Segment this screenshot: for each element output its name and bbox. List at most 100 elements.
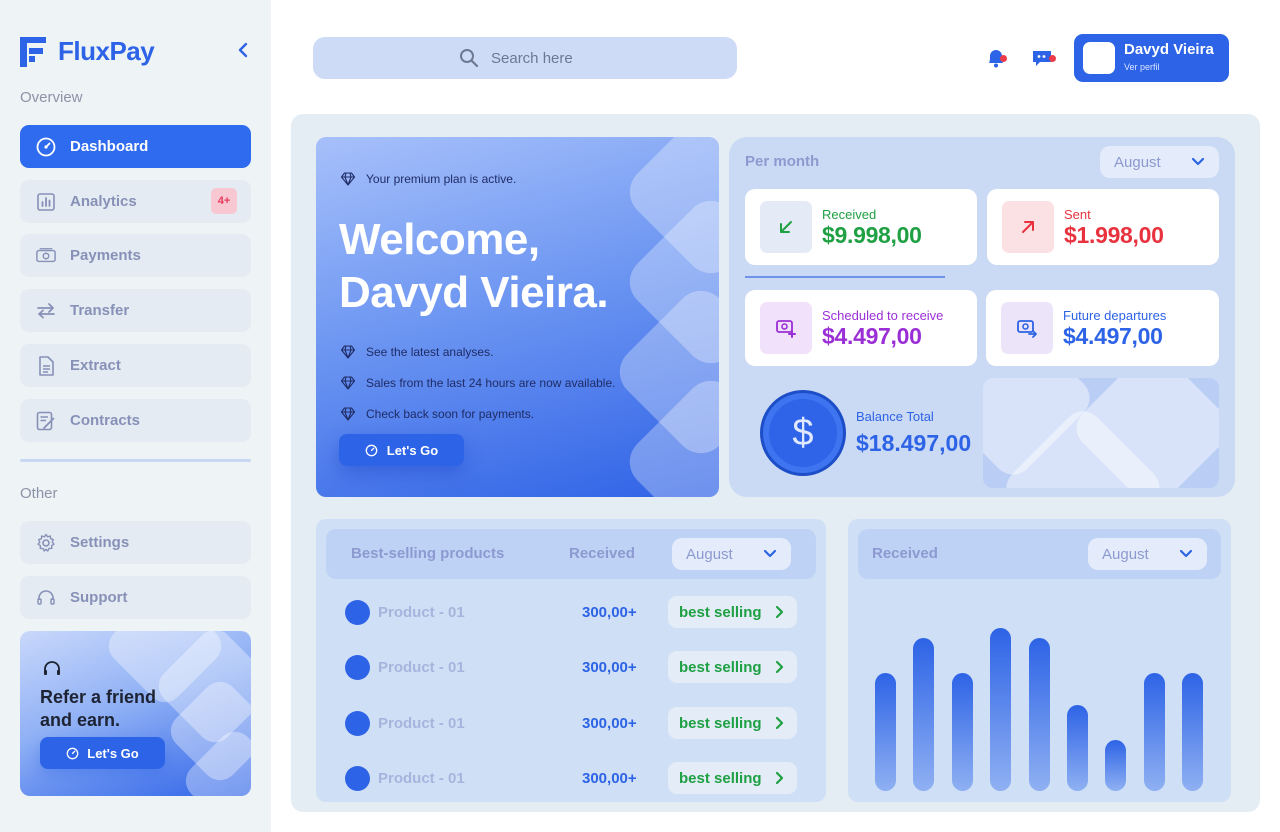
balance-total-value: $18.497,00 — [856, 430, 972, 456]
table-row[interactable]: Product - 01 300,00+ best selling — [345, 706, 800, 740]
diamond-icon — [340, 407, 356, 421]
speedometer-icon — [36, 137, 56, 157]
premium-plan-note: Your premium plan is active. — [340, 171, 516, 187]
hero-bullet: Check back soon for payments. — [340, 406, 534, 422]
product-name: Product - 01 — [378, 604, 465, 621]
sent-label: Sent — [1064, 207, 1091, 222]
message-dot — [1049, 55, 1056, 62]
chevron-down-icon — [1179, 549, 1193, 558]
products-month-select[interactable]: August — [672, 538, 791, 570]
hero-bullet-text: Sales from the last 24 hours are now ava… — [366, 376, 616, 390]
product-avatar — [345, 766, 370, 791]
logo[interactable]: FluxPay — [20, 36, 155, 67]
chart-bar[interactable] — [1029, 638, 1050, 791]
sidebar-item-label: Settings — [70, 534, 130, 551]
hero-lets-go-button[interactable]: Let's Go — [339, 434, 464, 466]
collapse-sidebar-button[interactable] — [236, 40, 254, 60]
chart-bar[interactable] — [913, 638, 934, 791]
button-label: Let's Go — [87, 745, 139, 761]
welcome-line-2: Davyd Vieira. — [339, 268, 609, 317]
refer-title: Refer a friend and earn. — [40, 687, 157, 730]
arrow-down-left-icon — [760, 201, 812, 253]
gear-icon — [36, 533, 56, 553]
month-select-value: August — [1114, 153, 1161, 171]
speedometer-icon — [66, 747, 79, 759]
best-selling-tag[interactable]: best selling — [668, 651, 797, 683]
tag-label: best selling — [679, 603, 762, 621]
best-selling-tag[interactable]: best selling — [668, 762, 797, 794]
future-label: Future departures — [1063, 308, 1167, 323]
balance-decoration — [983, 378, 1219, 488]
tag-label: best selling — [679, 769, 762, 787]
scheduled-money-icon — [760, 302, 812, 354]
speedometer-icon — [365, 444, 378, 456]
messages-button[interactable] — [1030, 46, 1056, 70]
future-departures-stat-card[interactable]: Future departures $4.497,00 — [986, 290, 1219, 366]
scheduled-stat-card[interactable]: Scheduled to receive $4.497,00 — [745, 290, 977, 366]
sidebar-item-contracts[interactable]: Contracts — [20, 399, 251, 442]
column-header-received: Received — [569, 545, 635, 562]
diamond-icon — [340, 172, 356, 186]
sidebar-item-extract[interactable]: Extract — [20, 344, 251, 387]
table-row[interactable]: Product - 01 300,00+ best selling — [345, 595, 800, 629]
future-value: $4.497,00 — [1063, 323, 1163, 349]
sidebar-item-transfer[interactable]: Transfer — [20, 289, 251, 332]
chart-bar[interactable] — [1144, 673, 1165, 791]
notification-dot — [1000, 55, 1007, 62]
chart-bar[interactable] — [1182, 673, 1203, 791]
product-name: Product - 01 — [378, 715, 465, 732]
sidebar-item-payments[interactable]: Payments — [20, 234, 251, 277]
received-value: $9.998,00 — [822, 222, 922, 248]
welcome-card: Your premium plan is active. Welcome, Da… — [316, 137, 719, 497]
search-bar[interactable] — [313, 37, 737, 79]
balance-total-label: Balance Total — [856, 409, 934, 424]
section-label-overview: Overview — [20, 89, 83, 106]
chevron-right-icon — [775, 716, 784, 730]
product-received: 300,00+ — [582, 659, 637, 676]
notifications-button[interactable] — [984, 46, 1010, 70]
best-selling-tag[interactable]: best selling — [668, 707, 797, 739]
chart-bar[interactable] — [990, 628, 1011, 791]
welcome-line-1: Welcome, — [339, 215, 540, 264]
chart-bar[interactable] — [875, 673, 896, 791]
product-received: 300,00+ — [582, 715, 637, 732]
sidebar-item-settings[interactable]: Settings — [20, 521, 251, 564]
table-row[interactable]: Product - 01 300,00+ best selling — [345, 761, 800, 795]
received-label: Received — [822, 207, 877, 222]
chart-bar[interactable] — [952, 673, 973, 791]
search-icon — [460, 49, 479, 68]
dollar-coin-icon: $ — [760, 390, 846, 476]
sidebar-item-analytics[interactable]: Analytics 4+ — [20, 180, 251, 223]
premium-plan-text: Your premium plan is active. — [366, 172, 517, 186]
sidebar-item-label: Dashboard — [70, 138, 149, 155]
brand-name: FluxPay — [58, 36, 155, 66]
month-select-value: August — [1102, 545, 1149, 563]
headset-icon — [42, 659, 62, 679]
refer-lets-go-button[interactable]: Let's Go — [40, 737, 165, 769]
coin-symbol: $ — [792, 411, 814, 454]
sidebar-item-label: Extract — [70, 357, 121, 374]
diamond-icon — [340, 345, 356, 359]
sidebar-item-support[interactable]: Support — [20, 576, 251, 619]
chart-bar[interactable] — [1067, 705, 1088, 791]
product-avatar — [345, 600, 370, 625]
user-profile-button[interactable]: Davyd Vieira Ver perfil — [1074, 34, 1229, 82]
sent-stat-card[interactable]: Sent $1.998,00 — [987, 189, 1219, 265]
month-select[interactable]: August — [1100, 146, 1219, 178]
best-selling-tag[interactable]: best selling — [668, 596, 797, 628]
view-profile-link[interactable]: Ver perfil — [1124, 62, 1160, 72]
sidebar-item-dashboard[interactable]: Dashboard — [20, 125, 251, 168]
received-stat-card[interactable]: Received $9.998,00 — [745, 189, 977, 265]
chart-month-select[interactable]: August — [1088, 538, 1207, 570]
tag-label: best selling — [679, 714, 762, 732]
product-name: Product - 01 — [378, 770, 465, 787]
chart-bar[interactable] — [1105, 740, 1126, 791]
hero-bullet: See the latest analyses. — [340, 344, 493, 360]
hero-bullet-text: See the latest analyses. — [366, 345, 494, 359]
banknote-icon — [36, 246, 56, 266]
table-row[interactable]: Product - 01 300,00+ best selling — [345, 650, 800, 684]
avatar — [1083, 42, 1115, 74]
scheduled-value: $4.497,00 — [822, 323, 922, 349]
search-input[interactable] — [491, 49, 591, 67]
sidebar-item-label: Support — [70, 589, 128, 606]
